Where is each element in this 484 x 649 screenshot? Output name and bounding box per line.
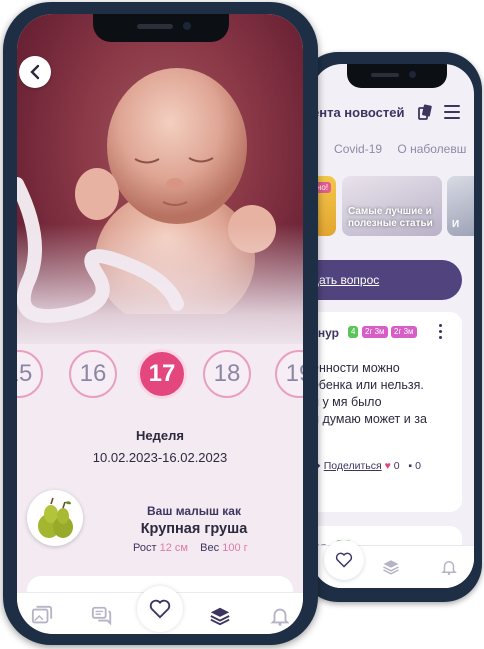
story-label: И (452, 219, 460, 230)
like-count: 0 (393, 460, 400, 472)
feed-post: тнур 4 2г 3м 2г 3м енности можно ебенка … (312, 312, 462, 512)
fetus-illustration (17, 14, 303, 354)
chevron-left-icon (30, 64, 40, 80)
back-phone: ента новостей е Covid-19 О наболевш но! … (300, 52, 482, 602)
stories-row: но! Самые лучшие и полезные статьи И (312, 176, 474, 236)
story-card[interactable]: И (447, 176, 474, 236)
week-chip[interactable]: 15 (17, 350, 43, 398)
feed-title: ента новостей (312, 105, 405, 120)
post-tag: 2г 3м (391, 326, 417, 338)
pear-image (27, 490, 83, 546)
post-tag: 4 (348, 326, 359, 338)
menu-icon[interactable] (444, 105, 460, 119)
height-value: 12 см (159, 542, 188, 554)
week-chip[interactable]: 19 (275, 350, 303, 398)
heart-icon (149, 599, 171, 619)
front-phone-notch (93, 14, 229, 42)
pear-icon (38, 497, 73, 538)
bottom-nav (312, 540, 474, 588)
bell-icon[interactable] (269, 605, 291, 627)
tab-painful[interactable]: О наболевш (397, 142, 466, 156)
week-chip-active[interactable]: 17 (137, 349, 187, 399)
heart-icon (335, 552, 353, 568)
more-options-icon[interactable] (439, 324, 443, 342)
ask-question-label: дать вопрос (312, 273, 380, 287)
size-stats: Рост 12 см Вес 100 г (133, 542, 248, 554)
like-icon[interactable]: ♥ (385, 460, 391, 472)
share-link[interactable]: Поделиться (324, 460, 382, 472)
bell-icon[interactable] (440, 558, 458, 576)
front-phone: 15 16 17 18 19 Неделя 10.02.2023-16.02.2… (3, 2, 318, 645)
week-label: Неделя (136, 428, 184, 443)
weight-value: 100 г (222, 542, 248, 554)
back-phone-screen: ента новостей е Covid-19 О наболевш но! … (312, 64, 474, 588)
favorites-button[interactable] (324, 540, 364, 580)
week-dates: 10.02.2023-16.02.2023 (92, 450, 228, 465)
week-selector: 15 16 17 18 19 (17, 349, 303, 400)
weight-label: Вес (200, 542, 220, 554)
tab-covid[interactable]: Covid-19 (334, 142, 382, 156)
layers-icon[interactable] (209, 605, 231, 627)
ask-question-button[interactable]: дать вопрос (312, 260, 462, 300)
chat-icon[interactable] (91, 605, 113, 627)
story-label: Самые лучшие и полезные статьи (348, 206, 433, 229)
cards-icon[interactable] (417, 104, 433, 120)
story-card[interactable]: Самые лучшие и полезные статьи (342, 176, 442, 236)
height-label: Рост (133, 542, 157, 554)
feed-header: ента новостей (312, 96, 474, 132)
back-button[interactable] (19, 56, 51, 88)
comment-count: 0 (415, 460, 421, 472)
size-name: Крупная груша (140, 521, 248, 537)
comment-icon[interactable]: ▪ (408, 460, 412, 472)
post-actions: ➦ Поделиться ♥ 0 ▪ 0 (312, 460, 462, 472)
post-body: енности можно ебенка или нельзя. и у мя … (312, 361, 427, 426)
gallery-icon[interactable] (31, 605, 53, 627)
post-tag: 2г 3м (362, 326, 388, 338)
back-phone-notch (347, 64, 447, 88)
size-caption: Ваш малыш как (147, 504, 241, 518)
layers-icon[interactable] (382, 558, 400, 576)
week-chip[interactable]: 18 (203, 350, 251, 398)
front-phone-screen: 15 16 17 18 19 Неделя 10.02.2023-16.02.2… (17, 14, 303, 634)
feed-tabs: е Covid-19 О наболевш (312, 142, 474, 156)
hero-fade (17, 224, 303, 354)
week-chip[interactable]: 16 (69, 350, 117, 398)
favorites-button[interactable] (137, 586, 183, 632)
